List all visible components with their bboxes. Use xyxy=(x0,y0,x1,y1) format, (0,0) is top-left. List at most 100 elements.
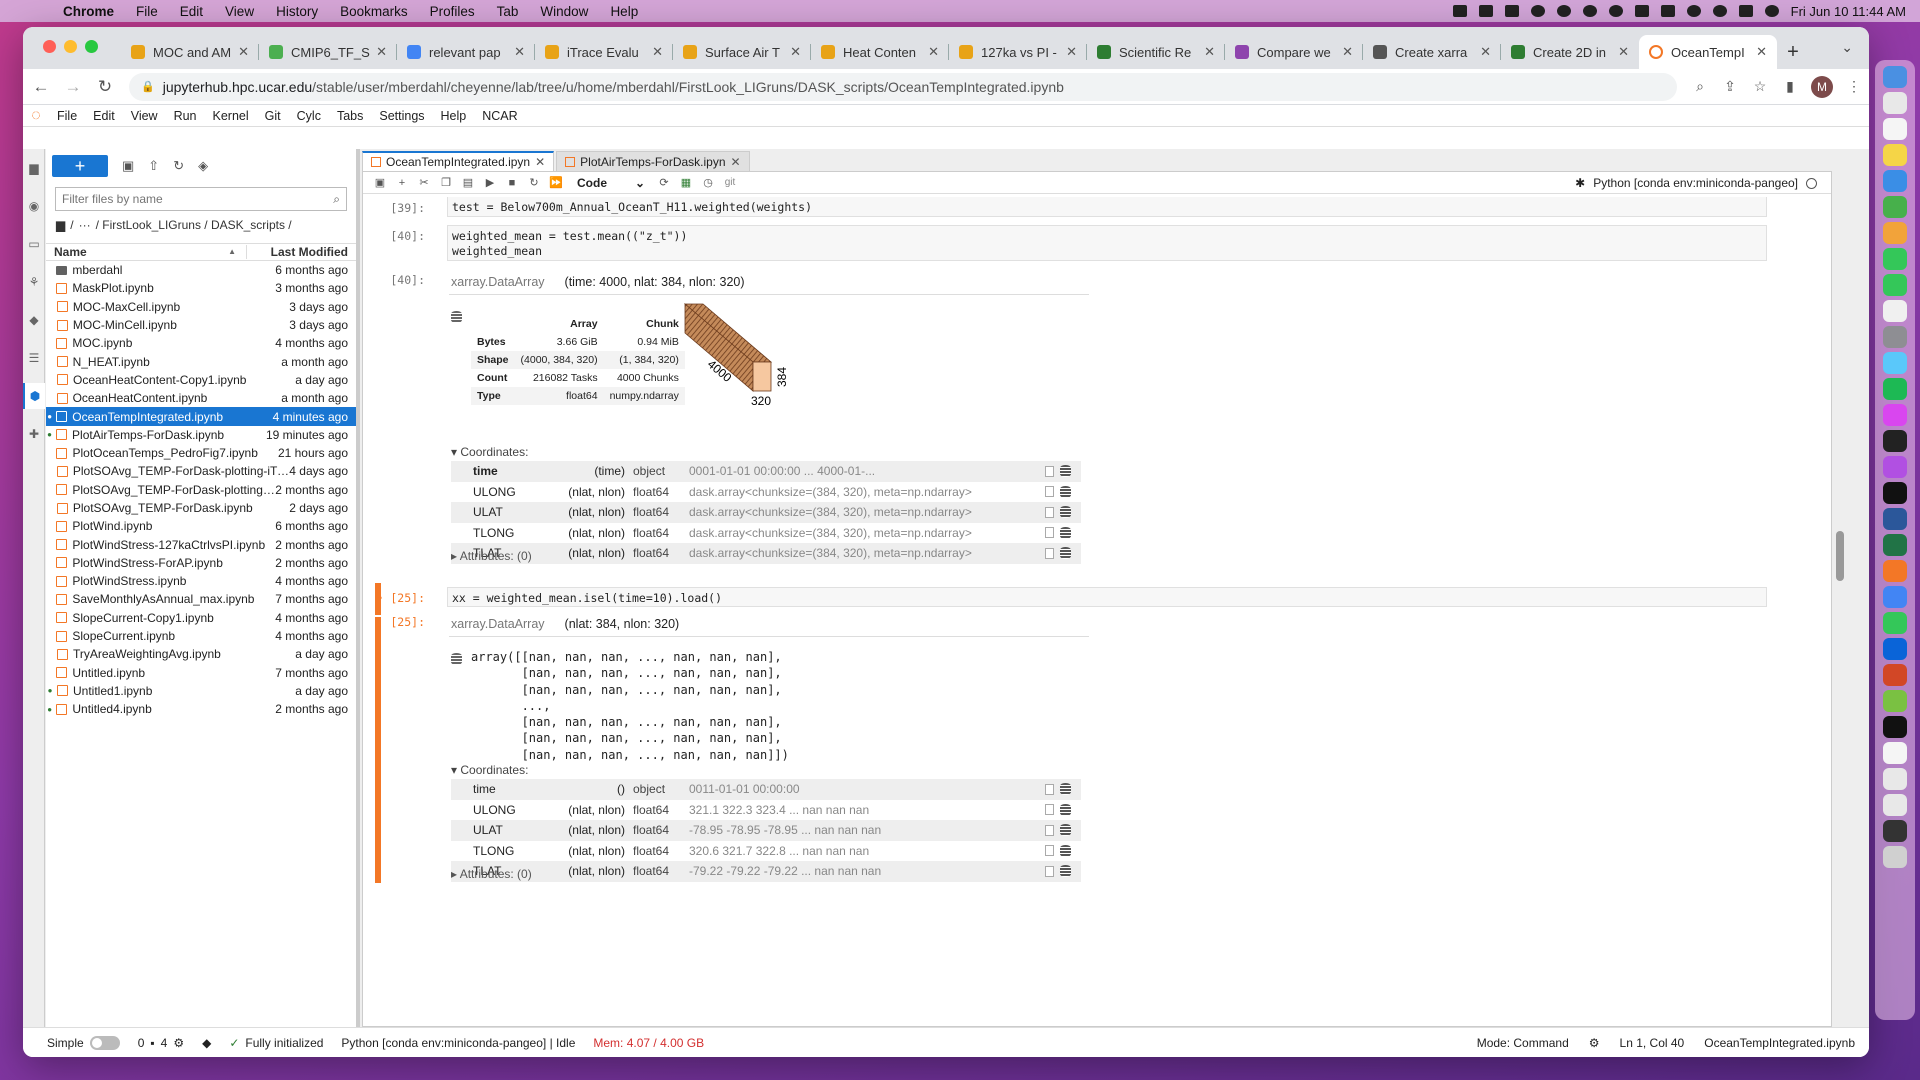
doc-tab[interactable]: PlotAirTemps-ForDask.ipyn ✕ xyxy=(556,151,750,171)
profile-avatar[interactable]: M xyxy=(1811,75,1833,98)
file-row[interactable]: PlotSOAvg_TEMP-ForDask-plotting-iTr... 4 … xyxy=(46,462,356,480)
browser-tab[interactable]: CMIP6_TF_S ✕ xyxy=(259,35,397,69)
show-attributes-icon[interactable] xyxy=(1045,547,1054,559)
tab-search-chevron-icon[interactable]: ⌄ xyxy=(1841,39,1853,56)
file-row[interactable]: ● Untitled1.ipynb a day ago xyxy=(46,682,356,700)
reload-icon[interactable]: ↻ xyxy=(91,77,119,97)
document-icon[interactable] xyxy=(1883,742,1907,764)
stop-icon[interactable]: ■ xyxy=(501,177,523,189)
new-tab-button[interactable]: + xyxy=(1777,35,1809,69)
jmenu-git[interactable]: Git xyxy=(257,109,289,123)
home-folder-icon[interactable]: ▆ xyxy=(56,218,65,232)
url-omnibox[interactable]: 🔒 jupyterhub.hpc.ucar.edu/stable/user/mb… xyxy=(129,72,1677,101)
facetime-icon[interactable] xyxy=(1883,274,1907,296)
file-row[interactable]: MOC-MaxCell.ipynb 3 days ago xyxy=(46,298,356,316)
menu-edit[interactable]: Edit xyxy=(169,4,214,19)
headphones-icon[interactable] xyxy=(1608,5,1623,17)
calendar-icon[interactable] xyxy=(1883,118,1907,140)
close-window-button[interactable] xyxy=(43,40,56,53)
spotify-icon[interactable] xyxy=(1883,378,1907,400)
terminal-icon[interactable] xyxy=(1883,430,1907,452)
siri-icon[interactable] xyxy=(1764,5,1779,17)
status-app-icon[interactable] xyxy=(1478,5,1493,17)
browser-tab[interactable]: Compare we ✕ xyxy=(1225,35,1363,69)
file-row[interactable]: mberdahl 6 months ago xyxy=(46,261,356,279)
forward-arrow-icon[interactable]: → xyxy=(59,77,87,97)
git-status-icon[interactable]: ◆ xyxy=(202,1036,211,1050)
git-clone-icon[interactable]: ◈ xyxy=(198,158,208,174)
menu-profiles[interactable]: Profiles xyxy=(419,4,486,19)
file-row[interactable]: OceanHeatContent-Copy1.ipynb a day ago xyxy=(46,371,356,389)
menu-window[interactable]: Window xyxy=(529,4,599,19)
bug-icon[interactable]: ✱ xyxy=(1575,176,1585,190)
property-inspector-icon[interactable]: ⬢ xyxy=(23,383,45,409)
code-cell-25[interactable]: xx = weighted_mean.isel(time=10).load() xyxy=(447,587,1767,607)
textedit-icon[interactable] xyxy=(1883,300,1907,322)
extension-icon[interactable]: ⚘ xyxy=(23,269,45,295)
file-row[interactable]: PlotOceanTemps_PedroFig7.ipynb 21 hours a… xyxy=(46,444,356,462)
messages-icon[interactable] xyxy=(1883,248,1907,270)
restart-run-all-icon[interactable]: ⏩ xyxy=(545,176,567,189)
file-row[interactable]: PlotWindStress-127kaCtrlvsPI.ipynb 2 mont… xyxy=(46,535,356,553)
jmenu-kernel[interactable]: Kernel xyxy=(205,109,257,123)
menu-tab[interactable]: Tab xyxy=(486,4,530,19)
terminal-count[interactable]: 0 ▪ 4 ⚙ xyxy=(138,1036,184,1050)
show-data-icon[interactable] xyxy=(1060,506,1071,519)
browser-tab-active[interactable]: OceanTempI ✕ xyxy=(1639,35,1777,69)
breadcrumb-path[interactable]: / FirstLook_LIGruns / DASK_scripts / xyxy=(96,218,292,232)
show-attributes-icon[interactable] xyxy=(1045,804,1054,816)
back-arrow-icon[interactable]: ← xyxy=(27,77,55,97)
menu-history[interactable]: History xyxy=(265,4,329,19)
notes-icon[interactable] xyxy=(1883,144,1907,166)
file-filter-input[interactable] xyxy=(62,192,322,206)
browser-tab[interactable]: MOC and AM ✕ xyxy=(121,35,259,69)
new-launcher-button[interactable]: + xyxy=(52,155,108,177)
show-attributes-icon[interactable] xyxy=(1045,506,1054,518)
browser-tab[interactable]: Heat Conten ✕ xyxy=(811,35,949,69)
browser-tab[interactable]: Create xarra ✕ xyxy=(1363,35,1501,69)
menu-app-name[interactable]: Chrome xyxy=(52,4,125,19)
restart-icon[interactable]: ↻ xyxy=(523,176,545,189)
copy-icon[interactable]: ❐ xyxy=(435,176,457,189)
file-row[interactable]: PlotWindStress.ipynb 4 months ago xyxy=(46,572,356,590)
dock-app-icon[interactable] xyxy=(1883,404,1907,426)
git-icon[interactable]: ◆ xyxy=(23,307,45,333)
code-cell-39[interactable]: test = Below700m_Annual_OceanT_H11.weigh… xyxy=(447,197,1767,217)
file-row[interactable]: MOC-MinCell.ipynb 3 days ago xyxy=(46,316,356,334)
run-icon[interactable]: ▶ xyxy=(479,176,501,189)
share-icon[interactable]: ⇪ xyxy=(1715,78,1745,95)
file-row[interactable]: PlotSOAvg_TEMP-ForDask.ipynb 2 days ago xyxy=(46,499,356,517)
file-row[interactable]: PlotWindStress-ForAP.ipynb 2 months ago xyxy=(46,554,356,572)
jmenu-settings[interactable]: Settings xyxy=(371,109,432,123)
document-icon[interactable] xyxy=(1883,794,1907,816)
show-data-icon[interactable] xyxy=(1060,844,1071,857)
menu-file[interactable]: File xyxy=(125,4,169,19)
paste-icon[interactable]: ▤ xyxy=(457,176,479,189)
browser-tab[interactable]: 127ka vs PI - ✕ xyxy=(949,35,1087,69)
close-tab-icon[interactable]: ✕ xyxy=(1618,44,1629,60)
x11-icon[interactable] xyxy=(1883,716,1907,738)
database-icon[interactable] xyxy=(451,653,462,665)
file-row[interactable]: MOC.ipynb 4 months ago xyxy=(46,334,356,352)
file-row[interactable]: ● OceanTempIntegrated.ipynb 4 minutes ago xyxy=(46,407,356,426)
clock-icon[interactable]: ◷ xyxy=(697,176,719,189)
attributes-toggle[interactable]: ▸ Attributes: (0) xyxy=(451,867,532,881)
vlc-icon[interactable] xyxy=(1883,560,1907,582)
puzzle-icon[interactable]: ✚ xyxy=(23,421,45,447)
show-data-icon[interactable] xyxy=(1060,465,1071,478)
wifi-icon[interactable] xyxy=(1686,5,1701,17)
minimize-window-button[interactable] xyxy=(64,40,77,53)
status-app-icon[interactable] xyxy=(1556,5,1571,17)
close-tab-icon[interactable]: ✕ xyxy=(652,44,663,60)
cursor-position[interactable]: Ln 1, Col 40 xyxy=(1620,1036,1685,1050)
jmenu-file[interactable]: File xyxy=(49,109,85,123)
close-tab-icon[interactable]: ✕ xyxy=(1204,44,1215,60)
play-icon[interactable] xyxy=(1582,5,1597,17)
scrollbar-thumb[interactable] xyxy=(1836,531,1844,581)
podcasts-icon[interactable] xyxy=(1883,456,1907,478)
show-data-icon[interactable] xyxy=(1060,803,1071,816)
browser-tab[interactable]: iTrace Evalu ✕ xyxy=(535,35,673,69)
maps-icon[interactable] xyxy=(1883,196,1907,218)
show-data-icon[interactable] xyxy=(1060,485,1071,498)
side-panel-icon[interactable]: ▮ xyxy=(1775,78,1805,95)
